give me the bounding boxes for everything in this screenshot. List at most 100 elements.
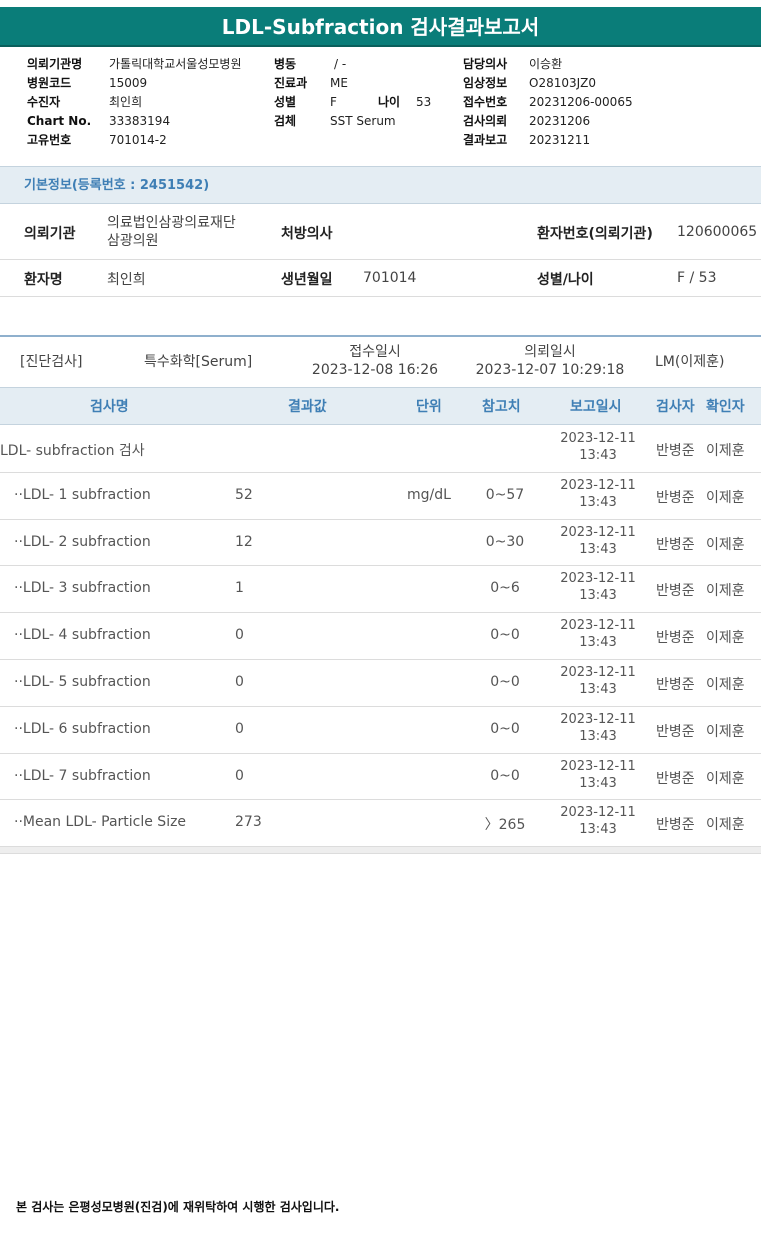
report-date-time: 13:43 (579, 448, 617, 463)
table-row: ··LDL- 4 subfraction 0 0~0 2023-12-11 13:… (0, 613, 761, 660)
hdr-value: ME (330, 76, 348, 90)
name-label: 환자명 (24, 272, 63, 288)
hdr-label: Chart No. (27, 114, 92, 128)
report-date-time: 13:43 (579, 775, 617, 791)
tester: 반병준 (656, 443, 695, 459)
report-date-time: 13:43 (579, 494, 617, 510)
result-value: 52 (235, 486, 253, 503)
report-date: 2023-12-11 13:43 (548, 477, 648, 511)
hdr-label: 진료과 (274, 76, 308, 90)
institution-label: 의뢰기관 (24, 226, 76, 242)
hdr-label: 검체 (274, 114, 297, 128)
report-title: LDL-Subfraction 검사결과보고서 (0, 7, 761, 47)
hdr-value: / - (334, 57, 347, 71)
hdr-value: SST Serum (330, 114, 396, 128)
test-name: ··LDL- 3 subfraction (14, 580, 151, 597)
hdr-value: 33383194 (109, 114, 171, 128)
test-name: ··LDL- 7 subfraction (14, 767, 151, 784)
name-value: 최인희 (107, 272, 146, 288)
age-label: 나이 (378, 95, 401, 109)
hdr-label: 결과보고 (463, 133, 508, 147)
report-date-time: 13:43 (579, 588, 617, 604)
col-header-unit: 단위 (416, 399, 442, 415)
footer-note: 본 검사는 은평성모병원(진검)에 재위탁하여 시행한 검사입니다. (16, 1200, 340, 1214)
tester: 반병준 (656, 489, 695, 506)
report-date-day: 2023-12-11 (560, 431, 636, 446)
table-row: ··LDL- 7 subfraction 0 0~0 2023-12-11 13:… (0, 754, 761, 801)
results-table-header: 검사명 결과값 단위 참고치 보고일시 검사자 확인자 (0, 387, 761, 425)
tester: 반병준 (656, 583, 695, 600)
report-date-time: 13:43 (579, 728, 617, 744)
col-header-ref: 참고치 (482, 399, 521, 415)
confirmer: 이제훈 (706, 817, 745, 834)
table-row: ··LDL- 1 subfraction 52 mg/dL 0~57 2023-… (0, 473, 761, 520)
hdr-label: 수진자 (27, 95, 61, 109)
received-block: 접수일시 2023-12-08 16:26 (305, 343, 445, 379)
report-date: 2023-12-11 13:43 (548, 570, 648, 604)
report-date: 2023-12-11 13:43 (548, 804, 648, 838)
tester: 반병준 (656, 536, 695, 553)
test-name: LDL- subfraction 검사 (0, 443, 145, 459)
hdr-value: 가톨릭대학교서울성모병원 (109, 57, 242, 71)
table-row: ··Mean LDL- Particle Size 273 〉265 2023-… (0, 800, 761, 848)
table-row: ··LDL- 5 subfraction 0 0~0 2023-12-11 13:… (0, 660, 761, 707)
report-date-day: 2023-12-11 (560, 664, 636, 680)
test-meta-row: [진단검사] 특수화학[Serum] 접수일시 2023-12-08 16:26… (0, 337, 761, 387)
doctor-label: 처방의사 (281, 226, 333, 242)
test-name: ··LDL- 2 subfraction (14, 533, 151, 550)
test-name: ··LDL- 4 subfraction (14, 627, 151, 644)
report-date-day: 2023-12-11 (560, 618, 636, 634)
result-value: 273 (235, 814, 262, 831)
specimen: 특수화학[Serum] (144, 354, 253, 370)
result-unit: mg/dL (407, 486, 451, 503)
test-name: ··LDL- 6 subfraction (14, 720, 151, 737)
hdr-label: 성별 (274, 95, 297, 109)
basic-info-row-2: 환자명 최인희 생년월일 701014 성별/나이 F / 53 (0, 260, 761, 297)
institution-line1: 의료법인삼광의료재단 (107, 215, 236, 231)
tester: 반병준 (656, 817, 695, 834)
tester: 반병준 (656, 630, 695, 647)
result-value: 1 (235, 580, 244, 597)
hdr-value: 20231211 (529, 133, 591, 147)
hdr-value: 701014-2 (109, 133, 167, 147)
hdr-label: 병동 (274, 57, 297, 71)
hdr-label: 임상정보 (463, 76, 508, 90)
col-header-tester: 검사자 (656, 399, 695, 415)
table-row: ··LDL- 3 subfraction 1 0~6 2023-12-11 13:… (0, 566, 761, 614)
birth-value: 701014 (363, 270, 417, 286)
col-header-confirmer: 확인자 (706, 399, 745, 415)
basic-info-heading: 기본정보(등록번호 : 2451542) (24, 178, 210, 193)
report-date-day: 2023-12-11 (560, 524, 636, 540)
hdr-label: 고유번호 (27, 133, 72, 147)
hdr-value: 15009 (109, 76, 148, 90)
lab: LM(이제훈) (655, 354, 725, 370)
reference-range: 0~57 (485, 486, 525, 503)
sexage-value: F / 53 (677, 270, 717, 286)
report-date: 2023-12-11 13:43 (548, 617, 648, 651)
reference-range: 0~0 (490, 720, 520, 737)
confirmer: 이제훈 (706, 443, 745, 459)
hdr-label: 의뢰기관명 (27, 57, 83, 71)
hdr-value: 최인희 (109, 95, 143, 109)
received-label: 접수일시 (349, 344, 401, 360)
report-date-day: 2023-12-11 (560, 758, 636, 774)
confirmer: 이제훈 (706, 583, 745, 600)
confirmer: 이제훈 (706, 676, 745, 693)
hdr-label: 담당의사 (463, 57, 508, 71)
basic-info-header: 기본정보(등록번호 : 2451542) (0, 166, 761, 204)
hdr-value: 20231206 (529, 114, 591, 128)
hdr-value: 이승환 (529, 57, 563, 71)
report-date: 2023-12-11 13:43 (548, 664, 648, 698)
report-date: 2023-12-11 13:43 (548, 524, 648, 558)
category: [진단검사] (20, 354, 83, 370)
header-col3: 담당의사 이승환 임상정보 O28103JZ0 접수번호 20231206-00065… (463, 55, 633, 150)
institution-line2: 삼광의원 (107, 233, 159, 249)
reference-range: 0~6 (490, 580, 520, 597)
report-date: 2023-12-11 13:43 (548, 711, 648, 745)
confirmer: 이제훈 (706, 770, 745, 787)
col-header-date: 보고일시 (570, 399, 622, 415)
confirmer: 이제훈 (706, 630, 745, 647)
hdr-value: O28103JZ0 (529, 76, 597, 90)
patient-no-value: 120600065 (677, 224, 758, 240)
reference-range: 0~0 (490, 673, 520, 690)
